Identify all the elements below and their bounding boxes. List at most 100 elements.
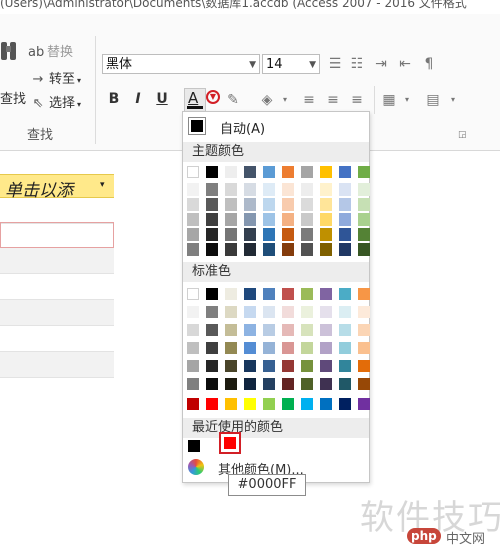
- theme-tint-swatch[interactable]: [225, 213, 237, 226]
- theme-tint-swatch[interactable]: [225, 243, 237, 256]
- theme-tint-swatch[interactable]: [244, 243, 256, 256]
- recent-color-swatch[interactable]: [188, 440, 200, 452]
- theme-tint-swatch[interactable]: [301, 198, 313, 211]
- standard-bright-swatch[interactable]: [187, 398, 199, 410]
- chevron-down-icon[interactable]: ▾: [276, 90, 294, 110]
- theme-tint-swatch[interactable]: [225, 183, 237, 196]
- table-row[interactable]: [0, 198, 114, 224]
- table-row[interactable]: [0, 300, 114, 326]
- standard-tint-swatch[interactable]: [206, 306, 218, 318]
- font-color-dropdown-arrow[interactable]: ▼: [206, 90, 220, 104]
- theme-tint-swatch[interactable]: [225, 198, 237, 211]
- theme-tint-swatch[interactable]: [206, 228, 218, 241]
- standard-tint-swatch[interactable]: [263, 378, 275, 390]
- theme-tint-swatch[interactable]: [301, 213, 313, 226]
- theme-tint-swatch[interactable]: [339, 213, 351, 226]
- standard-tint-swatch[interactable]: [358, 378, 370, 390]
- chevron-down-icon[interactable]: ▼: [249, 55, 256, 75]
- table-row[interactable]: [0, 352, 114, 378]
- standard-color-swatch[interactable]: [358, 288, 370, 300]
- standard-tint-swatch[interactable]: [206, 360, 218, 372]
- standard-tint-swatch[interactable]: [244, 306, 256, 318]
- theme-tint-swatch[interactable]: [206, 243, 218, 256]
- standard-tint-swatch[interactable]: [244, 342, 256, 354]
- theme-color-swatch[interactable]: [282, 166, 294, 178]
- standard-tint-swatch[interactable]: [339, 360, 351, 372]
- standard-tint-swatch[interactable]: [339, 378, 351, 390]
- theme-tint-swatch[interactable]: [339, 228, 351, 241]
- find-button-label[interactable]: 查找: [0, 88, 26, 107]
- standard-bright-swatch[interactable]: [358, 398, 370, 410]
- chevron-down-icon[interactable]: ▼: [309, 55, 316, 75]
- theme-color-swatch[interactable]: [263, 166, 275, 178]
- align-right-icon[interactable]: ≡: [348, 90, 366, 110]
- theme-tint-swatch[interactable]: [187, 198, 199, 211]
- standard-tint-swatch[interactable]: [263, 360, 275, 372]
- fill-color-icon[interactable]: ◈: [258, 90, 276, 110]
- theme-color-swatch[interactable]: [339, 166, 351, 178]
- theme-tint-swatch[interactable]: [320, 198, 332, 211]
- theme-tint-swatch[interactable]: [244, 228, 256, 241]
- standard-tint-swatch[interactable]: [282, 360, 294, 372]
- theme-tint-swatch[interactable]: [339, 198, 351, 211]
- theme-tint-swatch[interactable]: [320, 183, 332, 196]
- theme-tint-swatch[interactable]: [301, 243, 313, 256]
- standard-tint-swatch[interactable]: [263, 324, 275, 336]
- standard-tint-swatch[interactable]: [320, 342, 332, 354]
- theme-color-swatch[interactable]: [187, 166, 199, 178]
- standard-tint-swatch[interactable]: [244, 324, 256, 336]
- theme-tint-swatch[interactable]: [225, 228, 237, 241]
- standard-bright-swatch[interactable]: [339, 398, 351, 410]
- standard-tint-swatch[interactable]: [244, 378, 256, 390]
- theme-tint-swatch[interactable]: [263, 243, 275, 256]
- align-center-icon[interactable]: ≡: [324, 90, 342, 110]
- bold-button[interactable]: B: [104, 88, 124, 110]
- theme-tint-swatch[interactable]: [282, 183, 294, 196]
- theme-tint-swatch[interactable]: [187, 228, 199, 241]
- outdent-icon[interactable]: ⇤: [396, 54, 414, 74]
- alternate-row-color-icon[interactable]: ▤: [424, 90, 442, 110]
- standard-color-swatch[interactable]: [244, 288, 256, 300]
- theme-tint-swatch[interactable]: [358, 243, 370, 256]
- theme-tint-swatch[interactable]: [206, 213, 218, 226]
- theme-tint-swatch[interactable]: [339, 243, 351, 256]
- standard-tint-swatch[interactable]: [320, 306, 332, 318]
- theme-color-swatch[interactable]: [358, 166, 370, 178]
- theme-color-swatch[interactable]: [301, 166, 313, 178]
- standard-tint-swatch[interactable]: [282, 306, 294, 318]
- theme-tint-swatch[interactable]: [301, 183, 313, 196]
- select-button[interactable]: ⇖ 选择 ▾: [30, 94, 81, 114]
- standard-bright-swatch[interactable]: [282, 398, 294, 410]
- standard-bright-swatch[interactable]: [244, 398, 256, 410]
- theme-color-swatch[interactable]: [244, 166, 256, 178]
- standard-tint-swatch[interactable]: [206, 342, 218, 354]
- header-dropdown-arrow[interactable]: ▾: [100, 180, 105, 190]
- theme-color-swatch[interactable]: [225, 166, 237, 178]
- theme-tint-swatch[interactable]: [244, 183, 256, 196]
- theme-tint-swatch[interactable]: [263, 213, 275, 226]
- theme-tint-swatch[interactable]: [244, 213, 256, 226]
- standard-tint-swatch[interactable]: [282, 324, 294, 336]
- theme-tint-swatch[interactable]: [358, 228, 370, 241]
- highlight-icon[interactable]: ✎: [224, 90, 242, 110]
- theme-tint-swatch[interactable]: [187, 243, 199, 256]
- theme-tint-swatch[interactable]: [282, 243, 294, 256]
- theme-tint-swatch[interactable]: [263, 198, 275, 211]
- replace-button[interactable]: ab 替换: [28, 43, 73, 63]
- theme-tint-swatch[interactable]: [358, 213, 370, 226]
- standard-tint-swatch[interactable]: [301, 306, 313, 318]
- theme-tint-swatch[interactable]: [320, 228, 332, 241]
- standard-tint-swatch[interactable]: [339, 324, 351, 336]
- standard-bright-swatch[interactable]: [320, 398, 332, 410]
- standard-tint-swatch[interactable]: [225, 324, 237, 336]
- standard-color-swatch[interactable]: [320, 288, 332, 300]
- chevron-down-icon[interactable]: ▾: [444, 90, 462, 110]
- theme-tint-swatch[interactable]: [358, 183, 370, 196]
- binoculars-icon[interactable]: [0, 38, 18, 64]
- standard-tint-swatch[interactable]: [206, 378, 218, 390]
- standard-color-swatch[interactable]: [301, 288, 313, 300]
- font-name-combo[interactable]: 黑体 ▼: [102, 54, 260, 74]
- standard-tint-swatch[interactable]: [339, 306, 351, 318]
- font-color-button[interactable]: A: [184, 88, 206, 112]
- font-size-combo[interactable]: 14 ▼: [262, 54, 320, 74]
